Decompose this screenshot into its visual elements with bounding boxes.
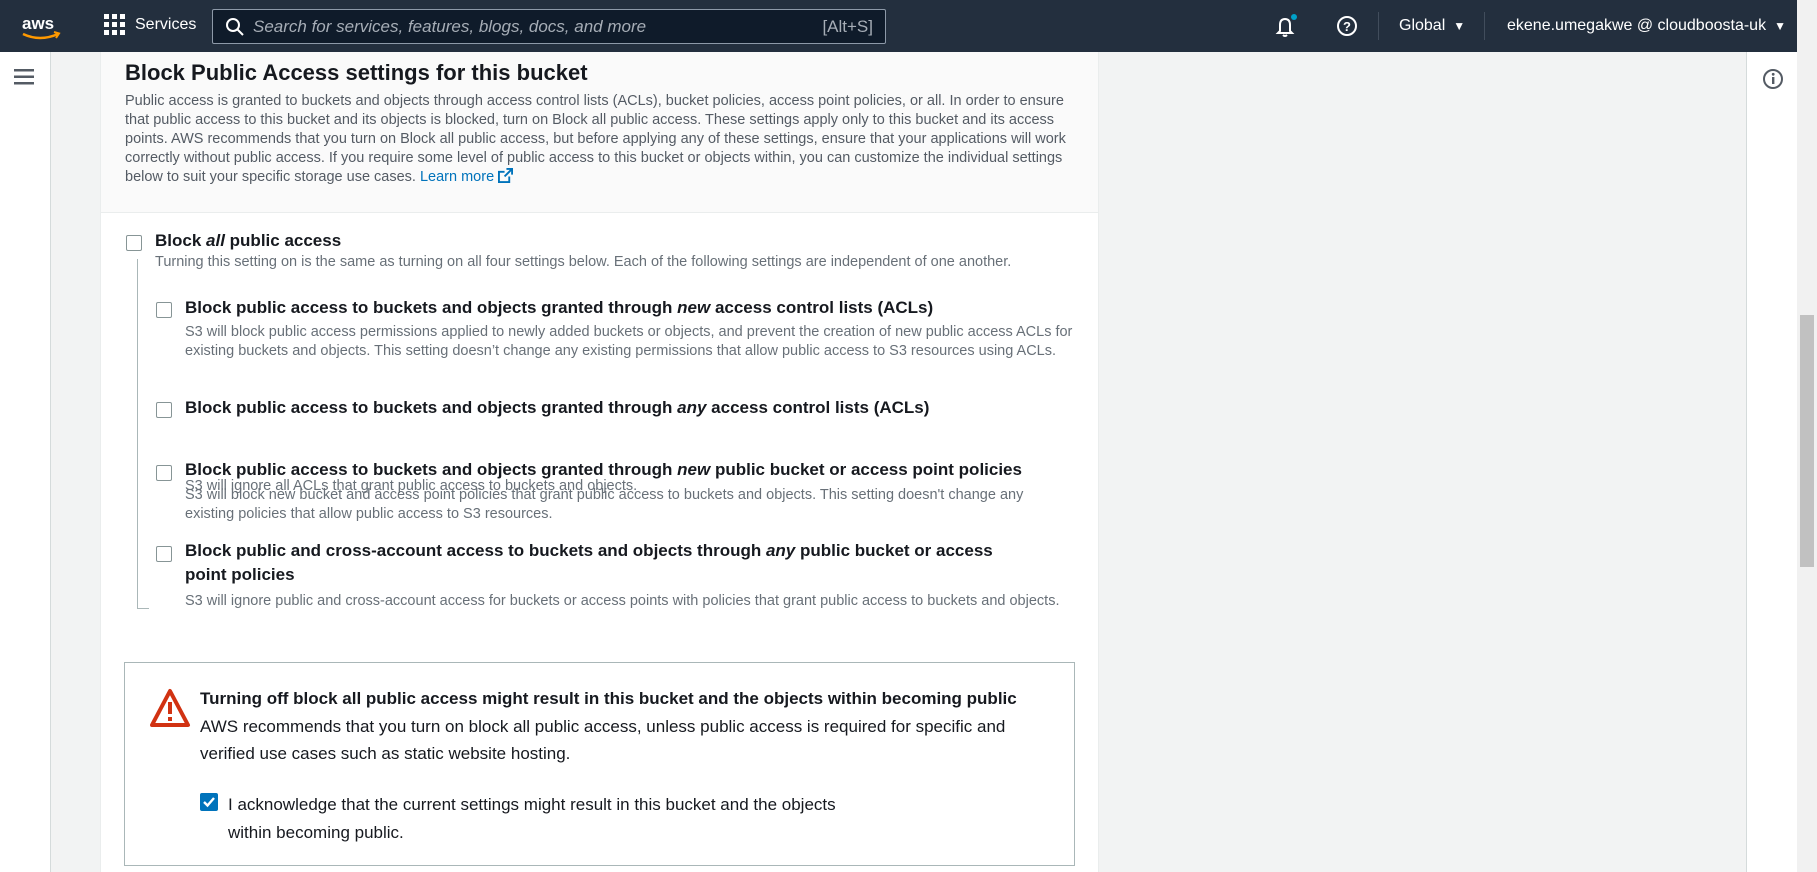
block-all-checkbox[interactable]: [126, 235, 142, 251]
block-cross-account-description: S3 will ignore public and cross-account …: [185, 593, 1060, 609]
right-tools-panel: [1746, 52, 1798, 872]
block-new-acls-checkbox[interactable]: [156, 302, 172, 318]
external-link-icon: [498, 168, 514, 183]
block-new-policies-label: Block public access to buckets and objec…: [185, 460, 1022, 479]
block-cross-account-label: Block public and cross-account access to…: [185, 541, 993, 584]
svg-text:aws: aws: [22, 14, 54, 33]
help-icon: ?: [1337, 16, 1357, 36]
services-grid-icon: [104, 14, 125, 35]
caret-down-icon: ▼: [1774, 19, 1786, 33]
notification-dot-icon: [1291, 14, 1297, 20]
learn-more-link[interactable]: Learn more: [420, 168, 514, 185]
bell-icon: [1275, 14, 1297, 37]
section-description: Public access is granted to buckets and …: [125, 93, 1066, 185]
hamburger-menu-icon[interactable]: [14, 69, 34, 85]
svg-text:?: ?: [1343, 19, 1351, 34]
info-icon[interactable]: [1762, 68, 1784, 90]
acknowledge-checkbox[interactable]: [200, 793, 218, 811]
search-input[interactable]: [245, 15, 823, 38]
search-icon: [226, 17, 244, 36]
block-new-policies-checkbox[interactable]: [156, 465, 172, 481]
page-scrollbar[interactable]: [1797, 0, 1817, 872]
section-title: Block Public Access settings for this bu…: [125, 60, 588, 85]
scrollbar-thumb[interactable]: [1800, 315, 1814, 567]
aws-logo-icon[interactable]: aws: [20, 12, 64, 42]
help-button[interactable]: ?: [1336, 0, 1358, 52]
block-any-acls-checkbox[interactable]: [156, 402, 172, 418]
account-label: ekene.umegakwe @ cloudboosta-uk: [1507, 17, 1767, 34]
block-cross-account-checkbox[interactable]: [156, 546, 172, 562]
panel-header: Block Public Access settings for this bu…: [101, 52, 1098, 213]
warning-alert: Turning off block all public access migh…: [124, 662, 1075, 866]
block-new-policies-description: S3 will block new bucket and access poin…: [185, 487, 1024, 522]
search-box[interactable]: [Alt+S]: [212, 9, 886, 44]
block-all-description: Turning this setting on is the same as t…: [155, 254, 1012, 270]
top-navigation-bar: aws Services [Alt+S] ? Global ▼: [0, 0, 1797, 52]
block-new-acls-description: S3 will block public access permissions …: [185, 324, 1073, 359]
search-shortcut: [Alt+S]: [822, 16, 873, 36]
account-menu[interactable]: ekene.umegakwe @ cloudboosta-uk ▼: [1507, 0, 1786, 52]
tree-connector: [137, 259, 138, 609]
checkmark-icon: [203, 797, 215, 808]
services-label: Services: [135, 15, 197, 33]
block-new-acls-label: Block public access to buckets and objec…: [185, 298, 934, 317]
region-label: Global: [1399, 17, 1446, 34]
caret-down-icon: ▼: [1453, 19, 1466, 33]
warning-icon: [150, 689, 190, 727]
warning-title: Turning off block all public access migh…: [200, 689, 1017, 708]
tree-connector: [137, 608, 149, 609]
warning-description: AWS recommends that you turn on block al…: [200, 717, 1006, 763]
notifications-button[interactable]: [1273, 0, 1299, 52]
services-menu-button[interactable]: Services: [104, 14, 196, 35]
region-selector[interactable]: Global ▼: [1399, 0, 1465, 52]
block-any-acls-label: Block public access to buckets and objec…: [185, 398, 930, 417]
left-side-navigation: [0, 52, 51, 872]
acknowledge-label[interactable]: I acknowledge that the current settings …: [228, 791, 848, 847]
block-all-label: Block all public access: [155, 231, 342, 250]
